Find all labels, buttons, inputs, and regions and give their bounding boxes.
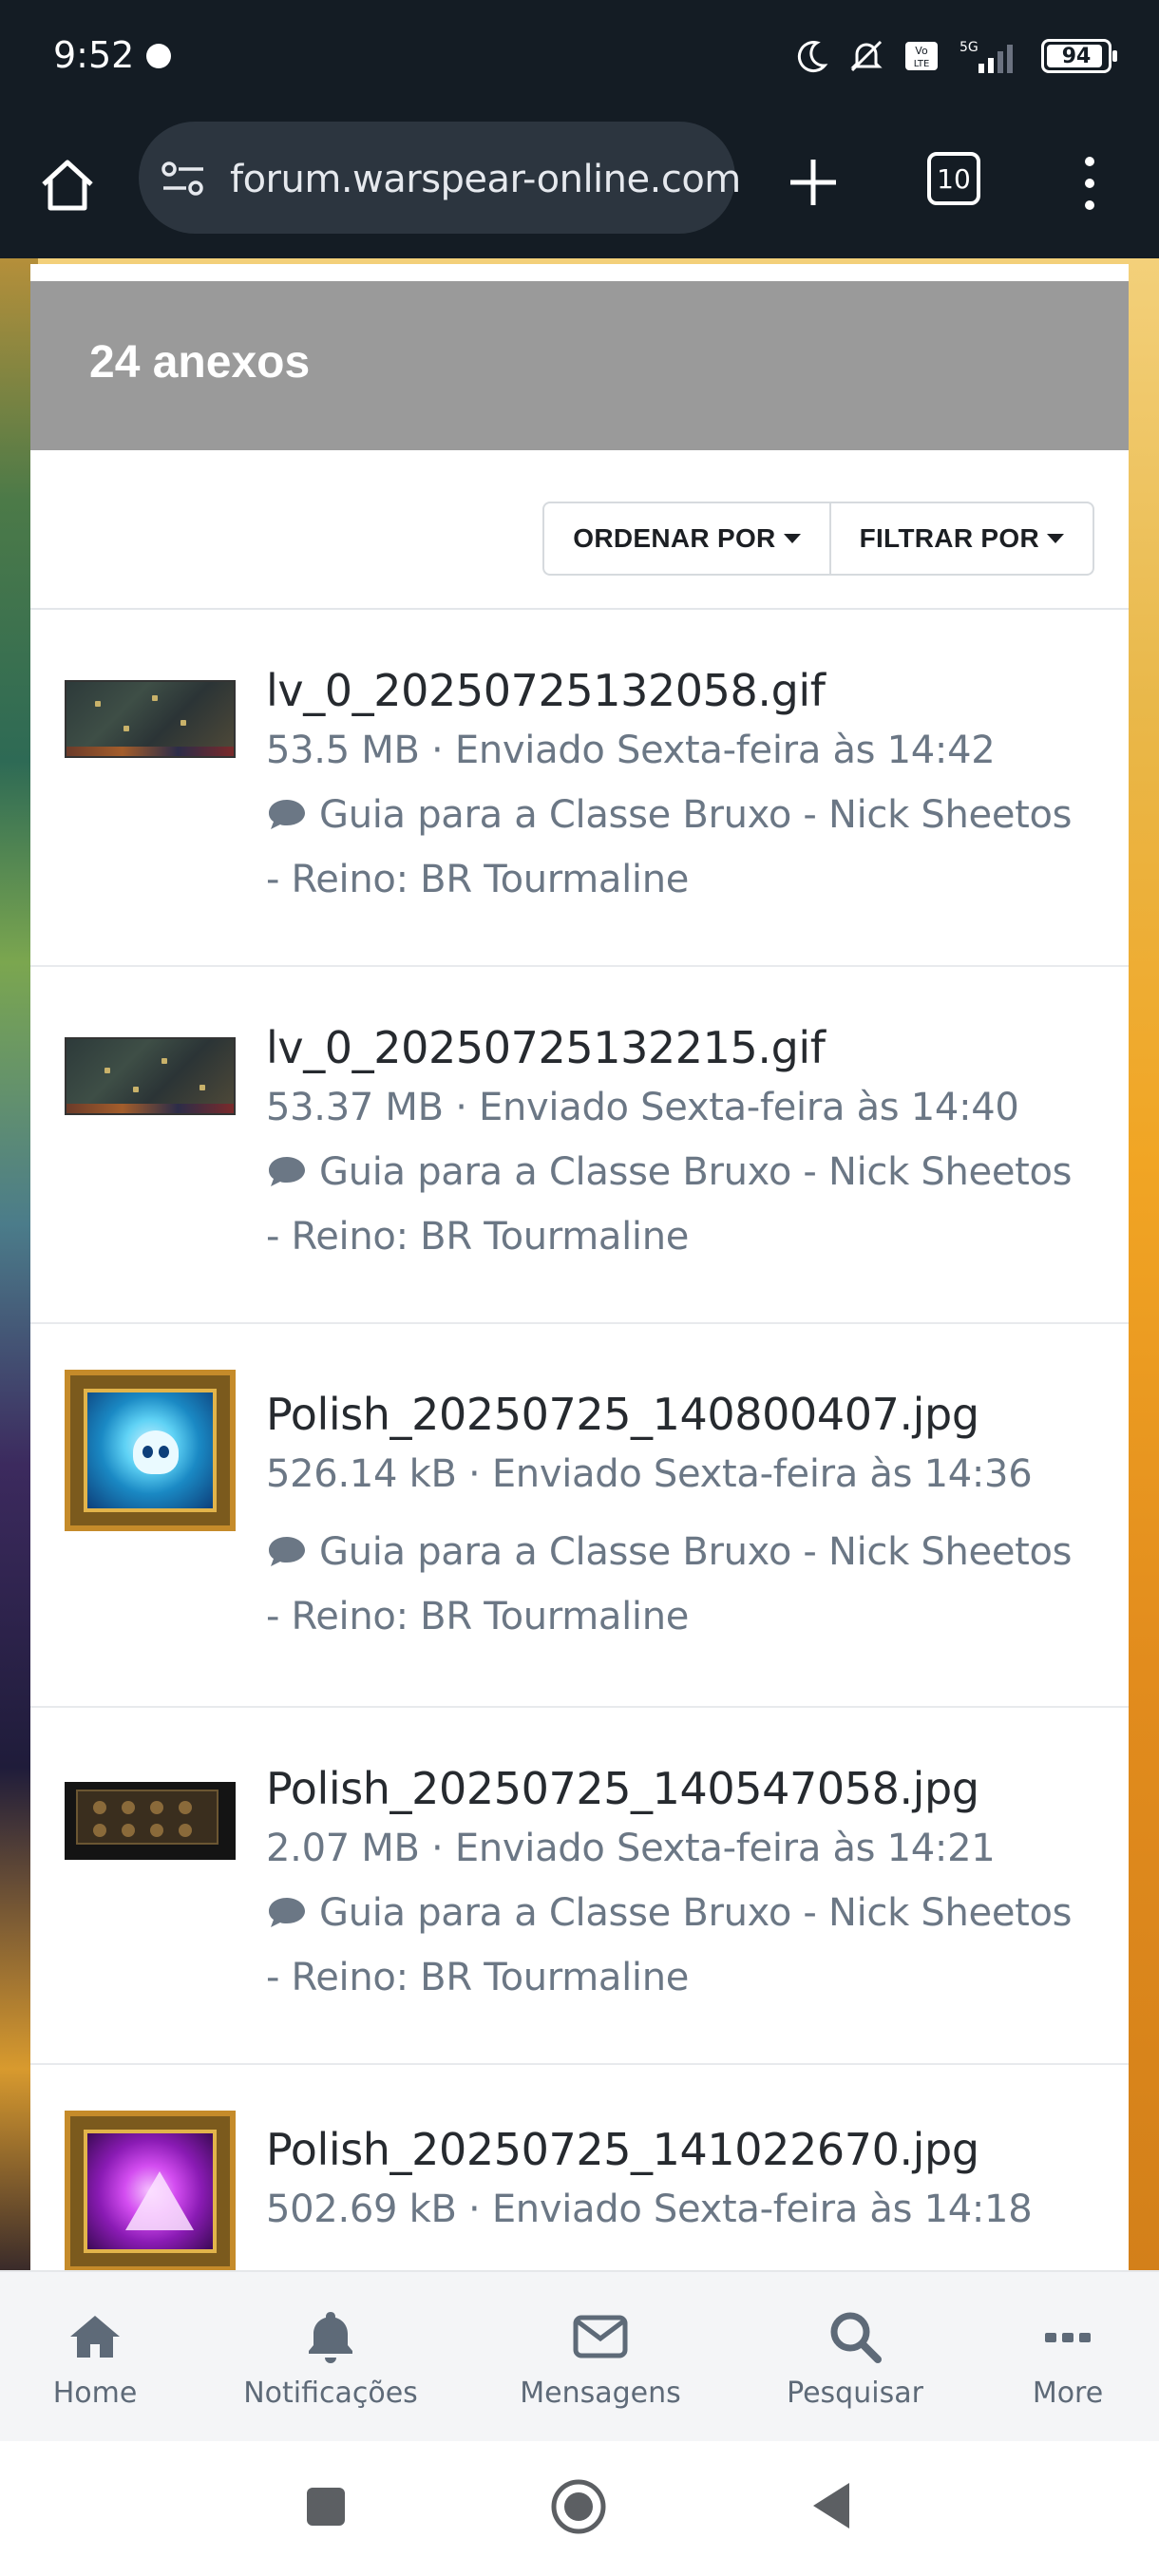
list-item[interactable]: lv_0_20250725132215.gif 53.37 MB · Envia… (30, 967, 1129, 1324)
attachment-info: lv_0_20250725132215.gif 53.37 MB · Envia… (266, 1020, 1091, 1269)
whatsapp-icon (146, 44, 171, 68)
filter-button-label: FILTRAR POR (859, 523, 1039, 553)
attachment-meta: 2.07 MB · Enviado Sexta-feira às 14:21 (266, 1827, 996, 1870)
attachment-topic[interactable]: Guia para a Classe Bruxo - Nick Sheetos … (266, 1881, 1091, 2010)
caret-down-icon (1047, 534, 1064, 543)
attachment-info: Polish_20250725_140800407.jpg 526.14 kB … (266, 1387, 1091, 1649)
gem-icon (125, 2171, 194, 2230)
attachment-thumbnail[interactable] (65, 1782, 236, 1860)
comment-icon (269, 1537, 305, 1566)
topic-link[interactable]: Guia para a Classe Bruxo - Nick Sheetos … (266, 793, 1073, 901)
list-item[interactable]: Polish_20250725_140800407.jpg 526.14 kB … (30, 1324, 1129, 1708)
nav-more[interactable]: More (963, 2308, 1159, 2410)
attachment-topic[interactable]: Guia para a Classe Bruxo - Nick Sheetos … (266, 783, 1091, 912)
nav-label: More (1032, 2377, 1104, 2410)
attachment-thumbnail[interactable] (65, 2111, 236, 2270)
home-button-icon[interactable] (549, 2477, 608, 2536)
attachment-topic[interactable]: Guia para a Classe Bruxo - Nick Sheetos … (266, 1140, 1091, 1269)
more-icon (1045, 2333, 1091, 2342)
status-icons: Vo LTE 5G 94 (792, 32, 1117, 80)
browser-menu-icon[interactable] (1074, 152, 1106, 215)
caret-down-icon (783, 534, 801, 543)
nav-search[interactable]: Pesquisar (750, 2308, 960, 2410)
attachment-name[interactable]: Polish_20250725_140800407.jpg (266, 1387, 1091, 1442)
panel-header: 24 anexos (30, 281, 1129, 450)
skull-icon (133, 1430, 179, 1474)
nav-home[interactable]: Home (0, 2308, 200, 2410)
tab-switcher-button[interactable]: 10 (927, 152, 980, 205)
moon-icon (797, 41, 828, 73)
address-bar[interactable]: forum.warspear-online.com (139, 122, 741, 234)
nav-messages[interactable]: Mensagens (496, 2308, 705, 2410)
url-text: forum.warspear-online.com (230, 158, 741, 201)
sort-button-label: ORDENAR POR (573, 523, 776, 553)
search-icon (830, 2312, 882, 2363)
sort-filter-group: ORDENAR POR FILTRAR POR (542, 502, 1094, 576)
attachment-topic[interactable]: Guia para a Classe Bruxo - Nick Sheetos … (266, 1520, 1091, 1649)
recents-button-icon[interactable] (304, 2485, 348, 2529)
browser-toolbar: forum.warspear-online.com 10 (0, 116, 1159, 258)
nav-label: Pesquisar (787, 2377, 923, 2410)
envelope-icon (573, 2315, 628, 2358)
bell-icon (309, 2312, 352, 2363)
attachment-info: Polish_20250725_141022670.jpg 502.69 kB … (266, 2122, 1091, 2242)
attachment-meta: 526.14 kB · Enviado Sexta-feira às 14:36 (266, 1452, 1033, 1496)
browser-home-icon[interactable] (36, 154, 99, 217)
attachment-thumbnail[interactable] (65, 1037, 236, 1115)
volte-icon: Vo LTE (905, 42, 938, 70)
mute-icon (850, 40, 883, 72)
topic-link[interactable]: Guia para a Classe Bruxo - Nick Sheetos … (266, 1150, 1073, 1259)
nav-label: Notificações (243, 2377, 418, 2410)
site-settings-icon[interactable] (160, 158, 207, 199)
topic-link[interactable]: Guia para a Classe Bruxo - Nick Sheetos … (266, 1530, 1073, 1638)
filter-button[interactable]: FILTRAR POR (828, 503, 1092, 574)
attachments-panel: 24 anexos ORDENAR POR FILTRAR POR lv_0_2… (30, 264, 1129, 2270)
topic-link[interactable]: Guia para a Classe Bruxo - Nick Sheetos … (266, 1891, 1073, 1999)
attachment-info: lv_0_20250725132058.gif 53.5 MB · Enviad… (266, 663, 1091, 912)
signal-5g-icon: 5G (960, 40, 1013, 73)
back-button-icon[interactable] (809, 2479, 853, 2532)
filter-bar: ORDENAR POR FILTRAR POR (30, 450, 1129, 610)
attachment-name[interactable]: Polish_20250725_141022670.jpg (266, 2122, 1091, 2177)
list-item[interactable]: lv_0_20250725132058.gif 53.5 MB · Enviad… (30, 610, 1129, 967)
list-item[interactable]: Polish_20250725_140547058.jpg 2.07 MB · … (30, 1708, 1129, 2065)
system-navigation-bar (0, 2441, 1159, 2576)
nav-label: Home (52, 2377, 138, 2410)
status-time: 9:52 (53, 34, 135, 76)
battery-level: 94 (1061, 44, 1092, 68)
status-bar: 9:52 Vo LTE 5G 94 (0, 0, 1159, 116)
attachment-meta: 502.69 kB · Enviado Sexta-feira às 14:18 (266, 2188, 1033, 2231)
attachment-meta: 53.37 MB · Enviado Sexta-feira às 14:40 (266, 1086, 1019, 1129)
comment-icon (269, 1898, 305, 1927)
page-title: 24 anexos (89, 337, 311, 388)
attachment-name[interactable]: lv_0_20250725132058.gif (266, 663, 1091, 718)
list-item[interactable]: Polish_20250725_141022670.jpg 502.69 kB … (30, 2065, 1129, 2270)
attachment-meta: 53.5 MB · Enviado Sexta-feira às 14:42 (266, 729, 996, 772)
home-icon (70, 2316, 120, 2358)
attachment-info: Polish_20250725_140547058.jpg 2.07 MB · … (266, 1761, 1091, 2010)
attachment-list: lv_0_20250725132058.gif 53.5 MB · Enviad… (30, 610, 1129, 2270)
svg-text:5G: 5G (960, 40, 978, 55)
attachment-thumbnail[interactable] (65, 680, 236, 758)
bottom-navigation: Home Notificações Mensagens Pesquisar Mo… (0, 2270, 1159, 2441)
new-tab-icon[interactable] (785, 154, 842, 211)
attachment-name[interactable]: Polish_20250725_140547058.jpg (266, 1761, 1091, 1816)
nav-label: Mensagens (520, 2377, 681, 2410)
comment-icon (269, 800, 305, 829)
attachment-thumbnail[interactable] (65, 1370, 236, 1531)
comment-icon (269, 1157, 305, 1186)
svg-text:LTE: LTE (914, 59, 930, 69)
sort-button[interactable]: ORDENAR POR (544, 503, 828, 574)
battery-indicator: 94 (1041, 39, 1117, 73)
svg-text:Vo: Vo (915, 45, 928, 57)
attachment-name[interactable]: lv_0_20250725132215.gif (266, 1020, 1091, 1075)
nav-notifications[interactable]: Notificações (226, 2308, 435, 2410)
